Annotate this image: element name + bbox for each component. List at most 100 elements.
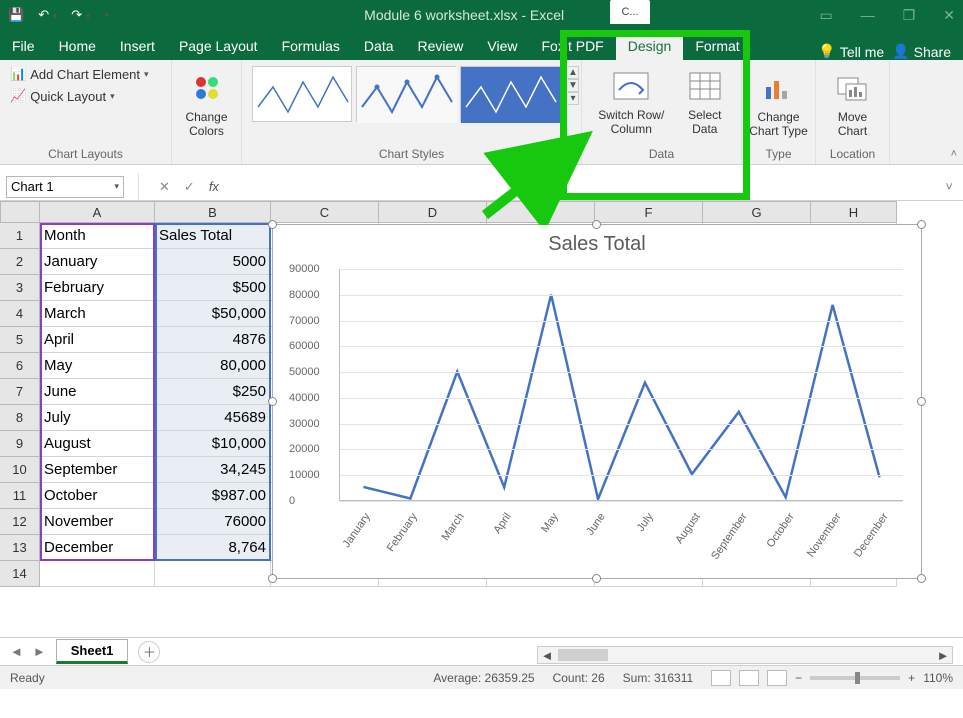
row-header[interactable]: 14 — [0, 561, 40, 587]
redo-icon[interactable]: ↷ ▾ — [71, 7, 90, 23]
undo-icon[interactable]: ↶ ▾ — [38, 7, 57, 23]
name-box[interactable]: Chart 1 ▾ — [6, 176, 124, 198]
tab-home[interactable]: Home — [47, 32, 108, 60]
col-header[interactable]: D — [379, 201, 487, 223]
move-chart-button[interactable]: Move Chart — [826, 66, 879, 138]
ribbon-options-icon[interactable]: ▭ — [819, 7, 832, 24]
row-header[interactable]: 10 — [0, 457, 40, 483]
cell[interactable]: September — [40, 457, 155, 483]
row-header[interactable]: 6 — [0, 353, 40, 379]
col-header[interactable]: E — [487, 201, 595, 223]
hscroll-thumb[interactable] — [558, 649, 608, 661]
row-header[interactable]: 13 — [0, 535, 40, 561]
close-icon[interactable]: ✕ — [943, 7, 955, 24]
chart-style-2[interactable] — [356, 66, 456, 122]
hscroll-right[interactable]: ► — [934, 648, 952, 663]
switch-row-column-button[interactable]: Switch Row/ Column — [592, 64, 671, 136]
sheet-nav-prev[interactable]: ◄ — [10, 644, 23, 659]
cell[interactable]: $10,000 — [155, 431, 271, 457]
cell[interactable]: November — [40, 509, 155, 535]
row-header[interactable]: 12 — [0, 509, 40, 535]
fx-icon[interactable]: fx — [209, 179, 219, 194]
view-page-break[interactable] — [767, 670, 787, 686]
cell[interactable]: $50,000 — [155, 301, 271, 327]
quick-layout-button[interactable]: 📈 Quick Layout▾ — [10, 88, 115, 104]
style-scroll-down[interactable]: ▼ — [568, 79, 579, 92]
cell[interactable]: August — [40, 431, 155, 457]
tab-design[interactable]: Design — [616, 32, 684, 60]
sheet-nav-next[interactable]: ► — [33, 644, 46, 659]
cell[interactable]: 45689 — [155, 405, 271, 431]
row-header[interactable]: 7 — [0, 379, 40, 405]
col-header[interactable]: B — [155, 201, 271, 223]
row-header[interactable]: 9 — [0, 431, 40, 457]
row-header[interactable]: 2 — [0, 249, 40, 275]
cell[interactable]: January — [40, 249, 155, 275]
row-header[interactable]: 3 — [0, 275, 40, 301]
chart-title[interactable]: Sales Total — [273, 225, 921, 256]
change-chart-type-button[interactable]: Change Chart Type — [749, 66, 807, 138]
collapse-ribbon-icon[interactable]: ˄ — [951, 148, 957, 160]
cell[interactable]: 80,000 — [155, 353, 271, 379]
change-colors-button[interactable]: Change Colors — [182, 66, 231, 138]
tell-me[interactable]: 💡 Tell me — [818, 43, 884, 60]
view-page-layout[interactable] — [739, 670, 759, 686]
cell[interactable] — [155, 561, 271, 587]
cell[interactable] — [40, 561, 155, 587]
cell[interactable]: 8,764 — [155, 535, 271, 561]
zoom-level[interactable]: 110% — [923, 671, 953, 685]
zoom-slider[interactable] — [810, 676, 900, 680]
horizontal-scrollbar[interactable]: ◄ ► — [537, 646, 953, 664]
tab-view[interactable]: View — [475, 32, 529, 60]
tab-format[interactable]: Format — [683, 32, 751, 60]
cell[interactable]: April — [40, 327, 155, 353]
select-data-button[interactable]: Select Data — [679, 64, 731, 136]
row-header[interactable]: 11 — [0, 483, 40, 509]
tab-data[interactable]: Data — [352, 32, 406, 60]
name-box-caret-icon[interactable]: ▾ — [114, 181, 119, 192]
cell[interactable]: 5000 — [155, 249, 271, 275]
cell[interactable]: $250 — [155, 379, 271, 405]
tab-page-layout[interactable]: Page Layout — [167, 32, 270, 60]
tab-file[interactable]: File — [0, 32, 47, 60]
col-header[interactable]: F — [595, 201, 703, 223]
cell[interactable]: December — [40, 535, 155, 561]
new-sheet-button[interactable]: ＋ — [138, 641, 160, 663]
row-header[interactable]: 5 — [0, 327, 40, 353]
cell[interactable]: 4876 — [155, 327, 271, 353]
sheet-tab-sheet1[interactable]: Sheet1 — [56, 639, 129, 664]
zoom-in[interactable]: + — [908, 671, 915, 685]
cell[interactable]: Sales Total — [155, 223, 271, 249]
share-button[interactable]: 👤 Share — [892, 43, 951, 60]
cell[interactable]: Month — [40, 223, 155, 249]
embedded-chart[interactable]: Sales Total 0100002000030000400005000060… — [272, 224, 922, 579]
cell[interactable]: July — [40, 405, 155, 431]
style-scroll-up[interactable]: ▲ — [568, 66, 579, 79]
formula-enter-icon[interactable]: ✓ — [184, 179, 195, 195]
zoom-out[interactable]: − — [795, 671, 802, 685]
cell[interactable]: October — [40, 483, 155, 509]
tab-formulas[interactable]: Formulas — [270, 32, 352, 60]
formula-cancel-icon[interactable]: ✕ — [159, 179, 170, 195]
cell[interactable]: February — [40, 275, 155, 301]
style-more[interactable]: ▾ — [568, 92, 579, 105]
cell[interactable]: June — [40, 379, 155, 405]
col-header[interactable]: A — [40, 201, 155, 223]
cell[interactable]: 76000 — [155, 509, 271, 535]
select-all-corner[interactable] — [0, 201, 40, 223]
row-header[interactable]: 1 — [0, 223, 40, 249]
tab-insert[interactable]: Insert — [108, 32, 167, 60]
cell[interactable]: 34,245 — [155, 457, 271, 483]
maximize-icon[interactable]: ❐ — [903, 7, 916, 24]
cell[interactable]: $987.00 — [155, 483, 271, 509]
col-header[interactable]: H — [811, 201, 897, 223]
chart-style-1[interactable] — [252, 66, 352, 122]
col-header[interactable]: G — [703, 201, 811, 223]
tab-review[interactable]: Review — [406, 32, 476, 60]
add-chart-element-button[interactable]: 📊 Add Chart Element▾ — [10, 66, 149, 82]
formula-expand-icon[interactable]: ˅ — [945, 179, 963, 194]
cell[interactable]: May — [40, 353, 155, 379]
row-header[interactable]: 8 — [0, 405, 40, 431]
cell[interactable]: $500 — [155, 275, 271, 301]
chart-styles-gallery[interactable] — [252, 66, 560, 122]
